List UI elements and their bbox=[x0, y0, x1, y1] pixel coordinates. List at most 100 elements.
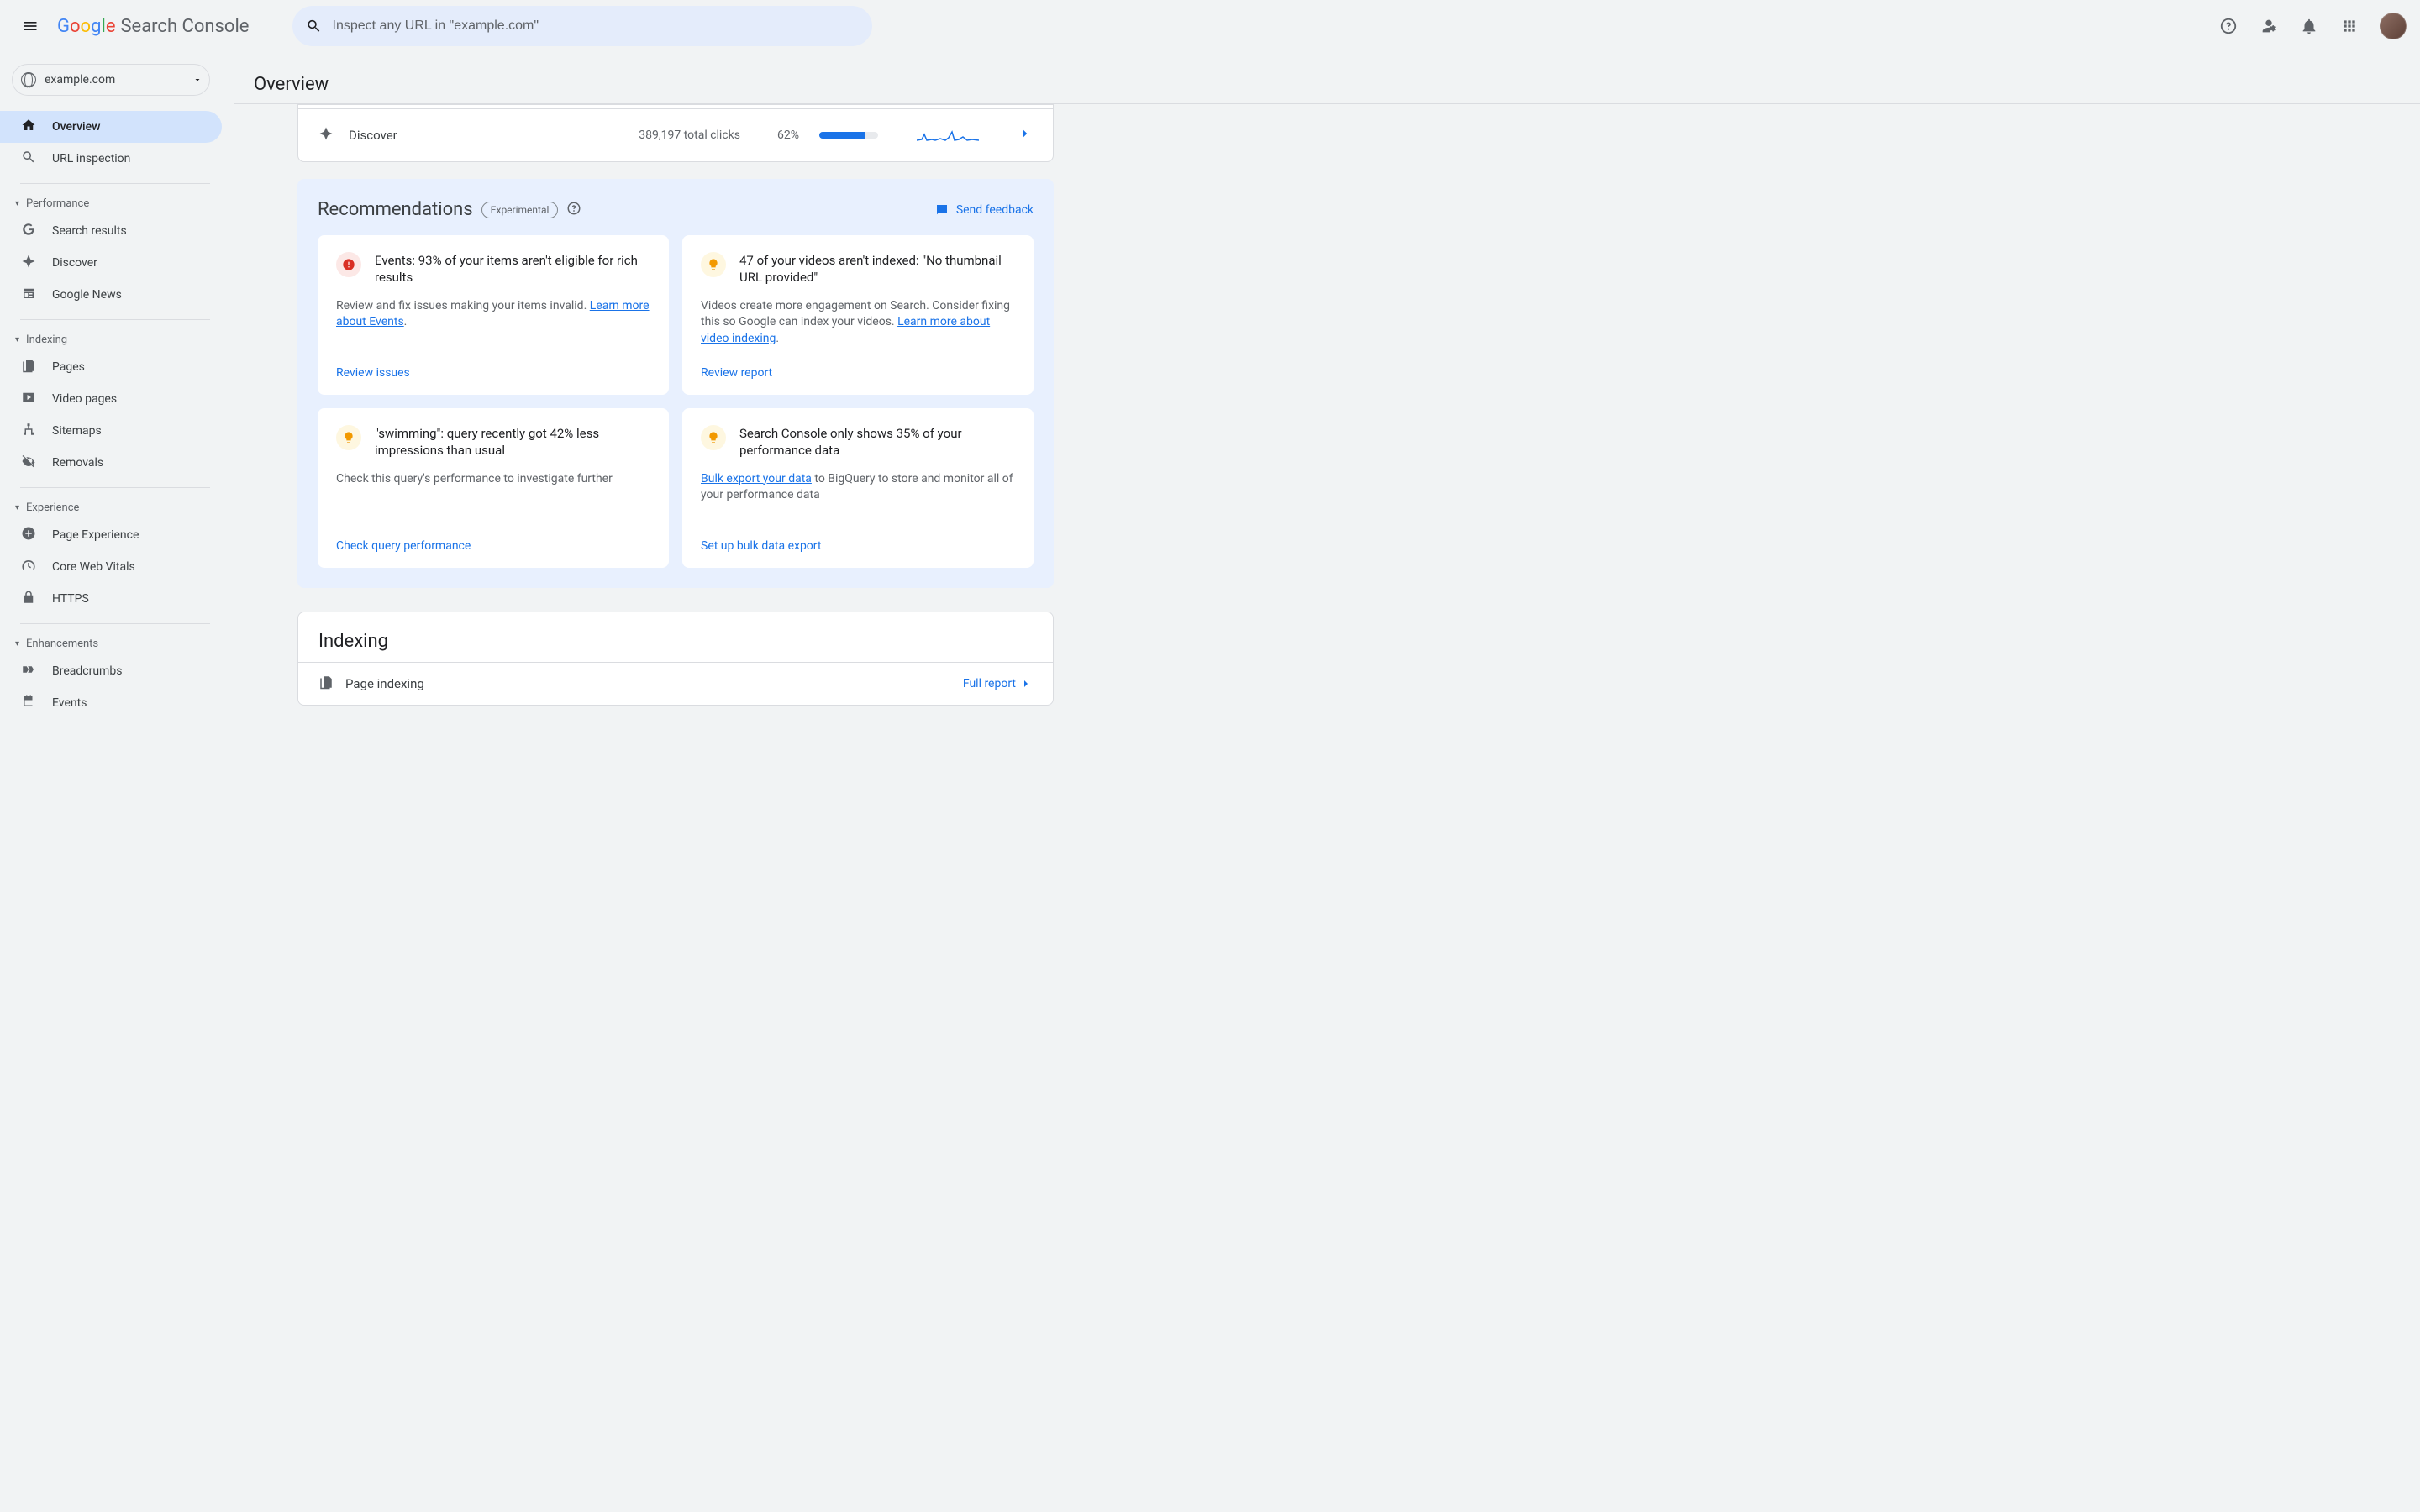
recommendation-badge bbox=[701, 425, 726, 450]
apps-grid-icon bbox=[2341, 18, 2358, 34]
alert-icon bbox=[342, 258, 355, 271]
recommendation-action[interactable]: Check query performance bbox=[336, 524, 650, 553]
google-logo-icon: Google bbox=[57, 16, 115, 37]
help-icon bbox=[566, 201, 581, 216]
chevron-down-icon: ▾ bbox=[15, 639, 19, 648]
nav-search-results[interactable]: Search results bbox=[0, 215, 222, 247]
product-logo[interactable]: Google Search Console bbox=[57, 16, 249, 37]
search-input[interactable] bbox=[333, 18, 860, 34]
discover-progress bbox=[819, 132, 878, 139]
nav-group-performance[interactable]: ▾Performance bbox=[0, 192, 222, 215]
nav-https[interactable]: HTTPS bbox=[0, 583, 222, 615]
nav-removals[interactable]: Removals bbox=[0, 447, 222, 479]
nav-pages[interactable]: Pages bbox=[0, 351, 222, 383]
recommendation-body: Review and fix issues making your items … bbox=[336, 298, 650, 331]
nav-discover[interactable]: Discover bbox=[0, 247, 222, 279]
manage-users-button[interactable] bbox=[2252, 9, 2286, 43]
user-settings-icon bbox=[2260, 17, 2278, 35]
recommendations-block: Recommendations Experimental Send feedba… bbox=[297, 179, 1054, 588]
nav-group-indexing[interactable]: ▾Indexing bbox=[0, 328, 222, 351]
indexing-title: Indexing bbox=[298, 612, 1053, 662]
recommendation-card[interactable]: "swimming": query recently got 42% less … bbox=[318, 408, 669, 568]
nav-sitemaps[interactable]: Sitemaps bbox=[0, 415, 222, 447]
page-title: Overview bbox=[234, 52, 2420, 104]
search-icon bbox=[20, 150, 37, 168]
sitemap-icon bbox=[20, 422, 37, 440]
recommendation-action[interactable]: Review report bbox=[701, 351, 1015, 380]
notifications-button[interactable] bbox=[2292, 9, 2326, 43]
search-box[interactable] bbox=[292, 6, 872, 46]
recommendation-action[interactable]: Set up bulk data export bbox=[701, 524, 1015, 553]
nav-label: URL inspection bbox=[52, 152, 130, 165]
recommendation-card[interactable]: Search Console only shows 35% of your pe… bbox=[682, 408, 1034, 568]
nav-group-experience[interactable]: ▾Experience bbox=[0, 496, 222, 519]
recommendation-action[interactable]: Review issues bbox=[336, 351, 650, 380]
nav-events[interactable]: Events bbox=[0, 687, 222, 719]
discover-row[interactable]: Discover 389,197 total clicks 62% bbox=[298, 108, 1053, 161]
chevron-down-icon: ▾ bbox=[15, 503, 19, 512]
plus-circle-icon bbox=[20, 526, 37, 544]
recommendation-learn-more-link[interactable]: Learn more about Events bbox=[336, 299, 650, 329]
nav-breadcrumbs[interactable]: Breadcrumbs bbox=[0, 655, 222, 687]
indexing-section: Indexing Page indexing Full report bbox=[297, 612, 1054, 706]
send-feedback-button[interactable]: Send feedback bbox=[934, 202, 1034, 218]
discover-sparkline bbox=[917, 126, 979, 144]
recommendations-title: Recommendations bbox=[318, 199, 473, 220]
chevron-right-icon bbox=[1019, 677, 1033, 690]
nav-core-web-vitals[interactable]: Core Web Vitals bbox=[0, 551, 222, 583]
speed-icon bbox=[20, 558, 37, 576]
news-icon bbox=[20, 286, 37, 304]
hamburger-icon bbox=[22, 18, 39, 34]
nav-video-pages[interactable]: Video pages bbox=[0, 383, 222, 415]
chevron-right-icon bbox=[1018, 126, 1033, 144]
recommendation-learn-more-link[interactable]: Bulk export your data bbox=[701, 472, 812, 486]
help-icon bbox=[2219, 17, 2238, 35]
nav-group-enhancements[interactable]: ▾Enhancements bbox=[0, 633, 222, 655]
recommendation-body: Bulk export your data to BigQuery to sto… bbox=[701, 471, 1015, 504]
visibility-off-icon bbox=[20, 454, 37, 472]
page-indexing-row[interactable]: Page indexing Full report bbox=[298, 662, 1053, 705]
recommendation-title: Search Console only shows 35% of your pe… bbox=[739, 425, 1015, 459]
recommendations-help-button[interactable] bbox=[566, 201, 581, 219]
menu-button[interactable] bbox=[13, 9, 47, 43]
lightbulb-icon bbox=[342, 431, 355, 444]
apps-button[interactable] bbox=[2333, 9, 2366, 43]
feedback-icon bbox=[934, 202, 950, 218]
property-picker[interactable]: example.com bbox=[12, 64, 210, 96]
url-inspect-search bbox=[292, 6, 872, 46]
recommendation-card[interactable]: 47 of your videos aren't indexed: "No th… bbox=[682, 235, 1034, 395]
video-icon bbox=[20, 390, 37, 408]
discover-icon bbox=[318, 126, 335, 144]
lightbulb-icon bbox=[707, 431, 720, 444]
chevron-down-icon: ▾ bbox=[15, 199, 19, 208]
account-avatar[interactable] bbox=[2380, 13, 2407, 39]
discover-percent: 62% bbox=[777, 129, 799, 142]
discover-label: Discover bbox=[349, 128, 397, 143]
recommendation-badge bbox=[336, 252, 361, 277]
nav-overview[interactable]: Overview bbox=[0, 111, 222, 143]
chevron-down-icon bbox=[192, 75, 203, 85]
page-indexing-label: Page indexing bbox=[345, 676, 951, 691]
globe-icon bbox=[21, 72, 36, 87]
breadcrumbs-icon bbox=[20, 662, 37, 680]
pages-icon bbox=[318, 675, 334, 693]
experimental-badge: Experimental bbox=[481, 202, 559, 218]
nav-google-news[interactable]: Google News bbox=[0, 279, 222, 311]
property-name: example.com bbox=[45, 73, 184, 87]
recommendation-title: 47 of your videos aren't indexed: "No th… bbox=[739, 252, 1015, 286]
nav-page-experience[interactable]: Page Experience bbox=[0, 519, 222, 551]
main-content: Overview Discover 389,197 total clicks 6… bbox=[234, 52, 2420, 1512]
bell-icon bbox=[2300, 17, 2318, 35]
header-actions bbox=[2212, 9, 2407, 43]
recommendation-learn-more-link[interactable]: Learn more about video indexing bbox=[701, 315, 990, 345]
nav-url-inspection[interactable]: URL inspection bbox=[0, 143, 222, 175]
recommendation-badge bbox=[336, 425, 361, 450]
full-report-link[interactable]: Full report bbox=[963, 677, 1033, 690]
discover-icon bbox=[20, 254, 37, 272]
recommendation-title: "swimming": query recently got 42% less … bbox=[375, 425, 650, 459]
event-icon bbox=[20, 694, 37, 712]
nav-label: Overview bbox=[52, 120, 100, 134]
product-name: Search Console bbox=[120, 16, 249, 37]
recommendation-card[interactable]: Events: 93% of your items aren't eligibl… bbox=[318, 235, 669, 395]
help-button[interactable] bbox=[2212, 9, 2245, 43]
